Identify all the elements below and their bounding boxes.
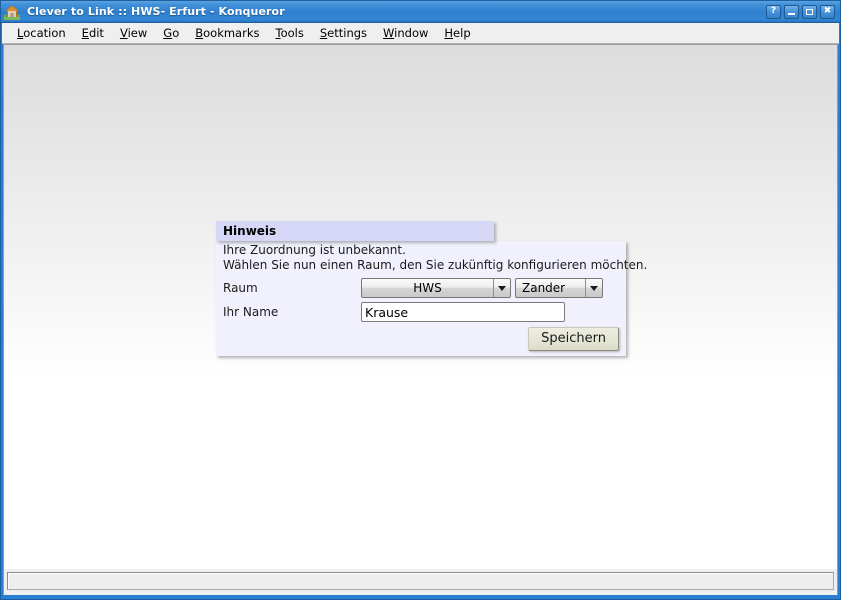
raum-controls: HWS Zander [361, 278, 603, 298]
hinweis-dialog: Hinweis Ihre Zuordnung ist unbekannt. Wä… [216, 221, 648, 356]
window-frame-bottom [1, 595, 840, 599]
dialog-button-row: Speichern [216, 324, 626, 356]
window-controls: ? ✖ [766, 4, 838, 19]
status-bar-area [3, 569, 838, 595]
menu-item-edit[interactable]: Edit [74, 24, 112, 42]
dialog-message-line2: Wählen Sie nun einen Raum, den Sie zukün… [223, 258, 648, 272]
dialog-header: Hinweis [216, 221, 494, 241]
label-raum: Raum [223, 281, 258, 295]
content-wrapper: Hinweis Ihre Zuordnung ist unbekannt. Wä… [3, 44, 838, 595]
label-ihr-name: Ihr Name [223, 305, 279, 319]
dialog-message-line1: Ihre Zuordnung ist unbekannt. [223, 243, 406, 257]
minimize-button[interactable] [784, 4, 799, 19]
menu-item-settings[interactable]: Settings [312, 24, 375, 42]
minimize-icon [788, 12, 795, 15]
menu-item-tools[interactable]: Tools [268, 24, 312, 42]
menu-bar: Location Edit View Go Bookmarks Tools Se… [2, 23, 839, 44]
help-button[interactable]: ? [766, 4, 781, 19]
dialog-body: Ihre Zuordnung ist unbekannt. Wählen Sie… [216, 241, 648, 356]
chevron-down-icon[interactable] [585, 279, 602, 297]
name-controls [361, 302, 565, 322]
menu-item-help[interactable]: Help [436, 24, 478, 42]
help-icon: ? [770, 6, 777, 16]
home-icon [4, 4, 20, 20]
person-select[interactable]: Zander [515, 278, 603, 298]
menu-item-go[interactable]: Go [155, 24, 187, 42]
browser-window: Clever to Link :: HWS- Erfurt - Konquero… [0, 0, 841, 600]
room-select[interactable]: HWS [361, 278, 511, 298]
status-bar [7, 572, 834, 590]
save-button[interactable]: Speichern [528, 327, 619, 351]
menu-item-window[interactable]: Window [375, 24, 436, 42]
page-viewport: Hinweis Ihre Zuordnung ist unbekannt. Wä… [3, 44, 838, 569]
menu-item-bookmarks[interactable]: Bookmarks [187, 24, 267, 42]
person-select-value: Zander [522, 281, 566, 295]
menu-item-view[interactable]: View [112, 24, 155, 42]
form-row-name: Ihr Name [216, 300, 626, 324]
window-title: Clever to Link :: HWS- Erfurt - Konquero… [27, 5, 285, 18]
close-icon: ✖ [823, 6, 832, 16]
maximize-button[interactable] [802, 4, 817, 19]
close-button[interactable]: ✖ [820, 4, 835, 19]
name-input[interactable] [361, 302, 565, 322]
title-bar: Clever to Link :: HWS- Erfurt - Konquero… [1, 1, 840, 23]
chevron-down-icon[interactable] [493, 279, 510, 297]
room-select-value: HWS [413, 281, 442, 295]
form-row-raum: Raum HWS Zander [216, 276, 626, 300]
maximize-icon [806, 8, 813, 15]
menu-item-location[interactable]: Location [9, 24, 74, 42]
